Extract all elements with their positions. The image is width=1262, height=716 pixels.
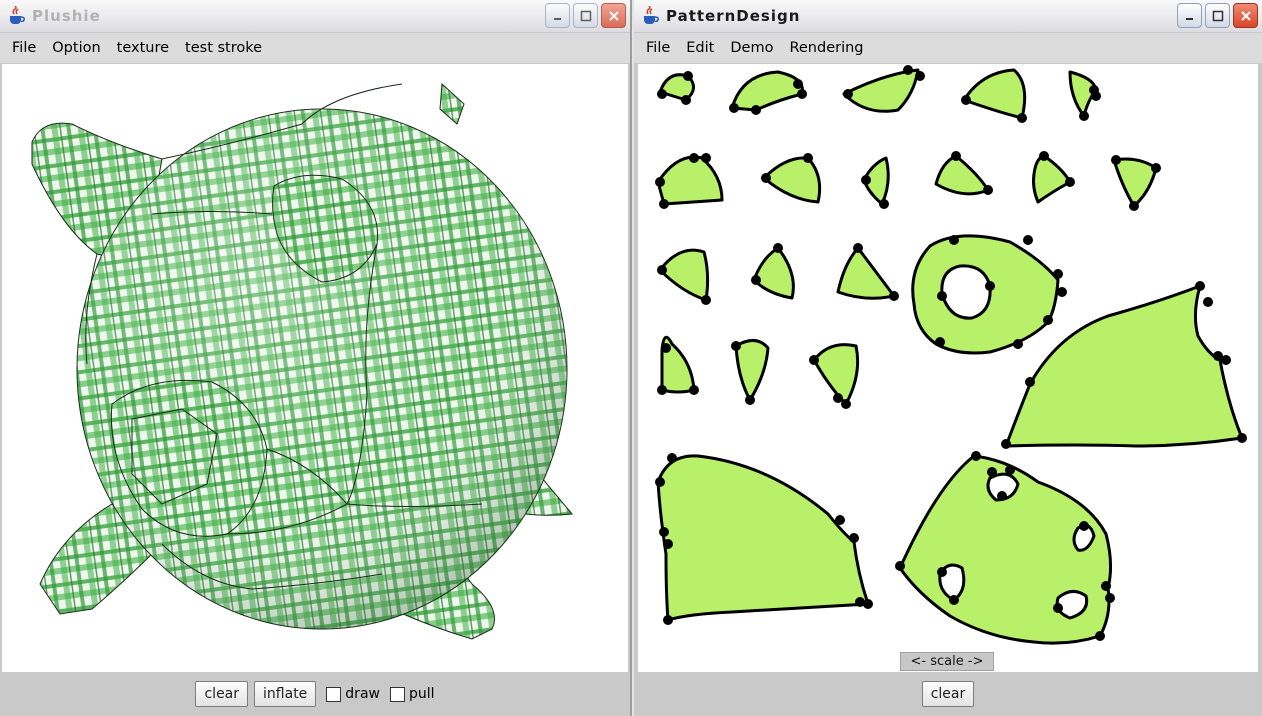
minimize-icon xyxy=(553,17,561,20)
pattern-piece xyxy=(656,155,724,206)
minimize-button[interactable] xyxy=(545,3,570,28)
plushie-window: Plushie File Option texture test stroke xyxy=(0,0,632,716)
menu-file[interactable]: File xyxy=(638,40,678,56)
java-cup-icon xyxy=(10,6,25,24)
close-button[interactable] xyxy=(601,3,626,28)
pattern-design-window: PatternDesign File Edit Demo Rendering <… xyxy=(634,0,1262,716)
maximize-icon xyxy=(1212,10,1223,21)
pattern-piece xyxy=(842,68,920,113)
menu-option[interactable]: Option xyxy=(44,40,108,56)
pattern-piece xyxy=(734,339,770,402)
maximize-icon xyxy=(580,10,591,21)
java-cup-icon xyxy=(644,6,659,24)
plushie-menubar: File Option texture test stroke xyxy=(0,33,630,63)
plush-model-render xyxy=(31,82,573,640)
menu-file[interactable]: File xyxy=(4,40,44,56)
pattern-titlebar[interactable]: PatternDesign xyxy=(634,0,1262,33)
menu-edit[interactable]: Edit xyxy=(678,40,722,56)
maximize-button[interactable] xyxy=(573,3,598,28)
pattern-piece xyxy=(836,246,896,300)
menu-texture[interactable]: texture xyxy=(109,40,177,56)
pattern-toolbar: clear xyxy=(634,672,1262,716)
menu-test-stroke[interactable]: test stroke xyxy=(177,40,270,56)
pattern-piece xyxy=(1112,157,1158,208)
close-icon xyxy=(1240,10,1251,21)
pattern-piece xyxy=(762,156,822,204)
pull-checkbox-box[interactable] xyxy=(389,686,405,702)
window-title: PatternDesign xyxy=(666,7,801,25)
pattern-piece xyxy=(730,70,804,112)
pattern-piece xyxy=(658,248,710,302)
plushie-toolbar: clear inflate draw pull xyxy=(0,672,630,716)
pattern-pieces xyxy=(655,65,1247,645)
clear-button[interactable]: clear xyxy=(195,681,249,707)
window-title: Plushie xyxy=(32,7,101,25)
maximize-button[interactable] xyxy=(1205,3,1230,28)
minimize-icon xyxy=(1185,17,1193,20)
plushie-3d-viewport[interactable] xyxy=(2,64,628,672)
close-button[interactable] xyxy=(1233,3,1258,28)
minimize-button[interactable] xyxy=(1177,3,1202,28)
pattern-menubar: File Edit Demo Rendering xyxy=(634,33,1262,63)
pattern-piece xyxy=(911,234,1060,355)
pattern-piece xyxy=(752,246,795,300)
pattern-piece xyxy=(656,454,870,622)
pattern-piece xyxy=(898,454,1113,645)
clear-button[interactable]: clear xyxy=(921,681,975,707)
menu-rendering[interactable]: Rendering xyxy=(781,40,871,56)
pull-checkbox[interactable]: pull xyxy=(389,686,435,702)
pull-checkbox-label: pull xyxy=(408,686,435,702)
plushie-titlebar[interactable]: Plushie xyxy=(0,0,630,33)
close-icon xyxy=(608,10,619,21)
scale-slider-button[interactable]: <- scale -> xyxy=(900,652,994,671)
draw-checkbox-label: draw xyxy=(345,686,380,702)
draw-checkbox-box[interactable] xyxy=(326,686,342,702)
pattern-piece xyxy=(934,154,990,196)
inflate-button[interactable]: inflate xyxy=(254,681,317,707)
pattern-piece xyxy=(1032,154,1072,204)
draw-checkbox[interactable]: draw xyxy=(326,686,380,702)
menu-demo[interactable]: Demo xyxy=(722,40,781,56)
pattern-canvas[interactable] xyxy=(638,64,1258,672)
pattern-piece xyxy=(962,68,1027,120)
